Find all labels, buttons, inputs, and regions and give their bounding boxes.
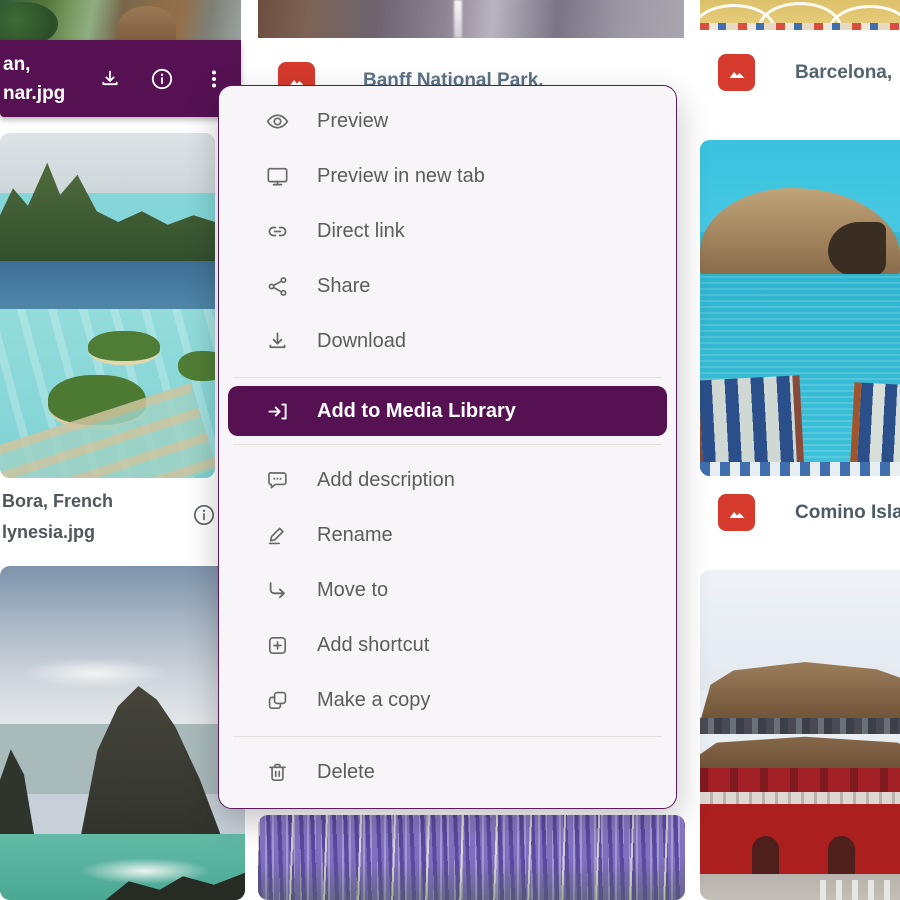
photo-gallery-page: an, nar.jpg	[0, 0, 900, 900]
fc-dougong-band	[700, 718, 900, 734]
selected-filename-line1: an,	[3, 50, 65, 79]
monitor-icon	[265, 164, 290, 189]
menu-item-label: Direct link	[317, 220, 405, 243]
bora-label-line2: lynesia.jpg	[2, 517, 113, 548]
menu-item-label: Delete	[317, 761, 375, 784]
share-icon	[265, 274, 290, 299]
fc-arch-right	[828, 836, 855, 874]
menu-item-label: Add shortcut	[317, 634, 429, 657]
bora-label-line1: Bora, French	[2, 486, 113, 517]
menu-item-preview-new-tab[interactable]: Preview in new tab	[219, 149, 676, 204]
comino-island-shadow	[828, 222, 886, 276]
menu-item-label: Add to Media Library	[317, 400, 516, 423]
tile-footer-barcelona[interactable]: Barcelona,	[700, 30, 900, 115]
menu-item-make-a-copy[interactable]: Make a copy	[219, 673, 676, 728]
menu-item-label: Rename	[317, 524, 393, 547]
menu-item-label: Move to	[317, 579, 388, 602]
copy-icon	[265, 688, 290, 713]
fc-red-wall	[700, 804, 900, 874]
selected-filename-line2: nar.jpg	[3, 79, 65, 108]
photo-bagan-thumbnail[interactable]	[0, 0, 241, 40]
trash-icon	[265, 760, 290, 785]
menu-item-label: Share	[317, 275, 370, 298]
image-file-icon	[718, 494, 755, 531]
fc-roof-lower	[700, 730, 900, 772]
menu-item-download[interactable]: Download	[219, 314, 676, 369]
menu-item-label: Make a copy	[317, 689, 430, 712]
bora-sky	[0, 133, 215, 193]
selected-filename: an, nar.jpg	[0, 50, 65, 108]
eye-icon	[265, 109, 290, 134]
info-icon[interactable]	[149, 66, 175, 92]
photo-banff-thumbnail[interactable]	[258, 0, 684, 38]
comment-icon	[265, 468, 290, 493]
menu-divider	[233, 444, 662, 445]
banff-waterfall	[454, 0, 462, 38]
download-icon[interactable]	[97, 66, 123, 92]
fc-arch-left	[752, 836, 779, 874]
photo-bora-bora[interactable]	[0, 133, 215, 478]
add-to-library-icon	[265, 399, 290, 424]
menu-item-share[interactable]: Share	[219, 259, 676, 314]
menu-item-label: Preview in new tab	[317, 165, 485, 188]
menu-divider	[233, 377, 662, 378]
bora-deep-water	[0, 261, 215, 309]
photo-comino[interactable]	[700, 140, 900, 476]
photo-barcelona-thumbnail[interactable]	[700, 0, 900, 30]
tile-footer-comino[interactable]: Comino Islan	[700, 478, 900, 548]
tile-footer-bora[interactable]: Bora, French lynesia.jpg	[0, 483, 222, 550]
menu-item-delete[interactable]: Delete	[219, 745, 676, 800]
beach-crowd-strip	[700, 23, 900, 30]
bora-islet-1	[88, 331, 160, 365]
menu-item-label: Add description	[317, 469, 455, 492]
menu-item-move-to[interactable]: Move to	[219, 563, 676, 618]
add-shortcut-icon	[265, 633, 290, 658]
menu-item-rename[interactable]: Rename	[219, 508, 676, 563]
download-icon	[265, 329, 290, 354]
photo-lupines[interactable]	[258, 815, 685, 900]
photo-noronha[interactable]	[0, 566, 245, 900]
selected-tile-footer[interactable]: an, nar.jpg	[0, 40, 241, 117]
link-icon	[265, 219, 290, 244]
menu-item-add-to-media-library[interactable]: Add to Media Library	[228, 386, 667, 436]
noronha-cloud	[20, 658, 170, 688]
info-icon[interactable]	[192, 503, 216, 527]
bora-islet-3	[178, 351, 215, 381]
context-menu: Preview Preview in new tab Direct link S…	[218, 85, 677, 809]
move-to-icon	[265, 578, 290, 603]
comino-label: Comino Islan	[795, 502, 900, 524]
image-file-icon	[718, 54, 755, 91]
chair-crossbar	[700, 462, 900, 476]
bagan-tree-shape	[0, 2, 58, 40]
menu-item-direct-link[interactable]: Direct link	[219, 204, 676, 259]
menu-item-preview[interactable]: Preview	[219, 94, 676, 149]
barcelona-label: Barcelona,	[795, 62, 892, 84]
photo-forbidden-city[interactable]	[700, 570, 900, 900]
bagan-tower-shape	[118, 6, 176, 40]
menu-item-label: Download	[317, 330, 406, 353]
menu-divider	[233, 736, 662, 737]
menu-item-add-description[interactable]: Add description	[219, 453, 676, 508]
menu-item-label: Preview	[317, 110, 388, 133]
pencil-icon	[265, 523, 290, 548]
selected-tile-actions	[97, 40, 227, 117]
fc-fence	[820, 880, 900, 900]
menu-item-add-shortcut[interactable]: Add shortcut	[219, 618, 676, 673]
deck-chair-left	[700, 375, 804, 476]
